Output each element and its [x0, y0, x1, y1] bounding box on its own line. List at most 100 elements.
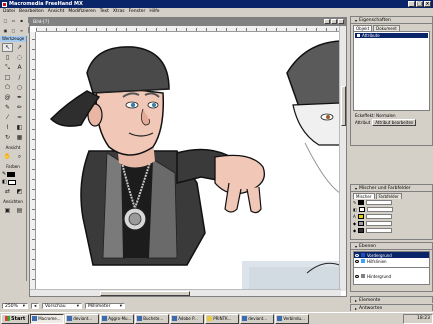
- page-nav-icon: ◂: [34, 303, 37, 309]
- paint-bucket-tool-icon[interactable]: ◧: [14, 123, 25, 132]
- horizontal-ruler[interactable]: [36, 26, 340, 32]
- tab-farbfelder[interactable]: Farbfelder: [375, 193, 402, 199]
- group-icon[interactable]: ▣: [2, 27, 9, 33]
- menu-ansicht[interactable]: Ansicht: [48, 9, 65, 14]
- swap-colors-icon[interactable]: ⇄: [2, 187, 13, 196]
- mixer-row[interactable]: ✎: [351, 199, 432, 206]
- layer-row[interactable]: Hilfslinien: [354, 258, 429, 264]
- bezigon-tool-icon[interactable]: ✎: [2, 103, 13, 112]
- chart-tool-icon[interactable]: ▦: [14, 133, 25, 142]
- taskbar-item[interactable]: deviant...: [65, 313, 100, 324]
- view-full-icon[interactable]: ▤: [14, 206, 25, 215]
- attribute-checkbox[interactable]: [357, 34, 360, 37]
- maximize-button[interactable]: □: [416, 1, 423, 7]
- hand-tool-icon[interactable]: ✋: [2, 152, 13, 161]
- knife-tool-icon[interactable]: ⁄: [2, 113, 13, 122]
- mixer-row[interactable]: ◆: [351, 220, 432, 227]
- taskbar-item[interactable]: Macrome...: [30, 313, 65, 324]
- pencil-tool-icon[interactable]: ✏: [14, 103, 25, 112]
- zoom-tool-icon[interactable]: ⌕: [14, 152, 25, 161]
- subselect-tool-icon[interactable]: ↗: [14, 43, 25, 52]
- fill-color-swatch[interactable]: [7, 179, 16, 185]
- menu-hilfe[interactable]: Hilfe: [149, 9, 159, 14]
- view-mode-dropdown-icon: ▾: [76, 303, 79, 309]
- default-colors-icon[interactable]: ◩: [14, 187, 25, 196]
- save-icon[interactable]: ▪: [18, 17, 25, 23]
- taskbar-item[interactable]: deviant...: [240, 313, 275, 324]
- start-label: Start: [11, 315, 26, 322]
- view-normal-icon[interactable]: ▣: [2, 206, 13, 215]
- answers-panel-header[interactable]: ▸ Antworten: [351, 305, 432, 312]
- stroke-color-swatch[interactable]: [7, 171, 16, 177]
- ungroup-icon[interactable]: ▢: [10, 27, 17, 33]
- text-tool-icon[interactable]: A: [14, 63, 25, 72]
- taskbar-item-label: Aggro-Mu...: [108, 316, 132, 321]
- eye-icon[interactable]: [355, 253, 359, 257]
- lasso-tool-icon[interactable]: ◌: [14, 53, 25, 62]
- taskbar-item[interactable]: Buchste...: [135, 313, 170, 324]
- view-mode-select[interactable]: Vorschau ▾: [42, 303, 82, 309]
- open-icon[interactable]: ▭: [10, 17, 17, 23]
- taskbar-item[interactable]: Adobe P...: [170, 313, 205, 324]
- new-icon[interactable]: □: [2, 17, 9, 23]
- close-button[interactable]: ×: [424, 1, 431, 7]
- mixer-row[interactable]: A: [351, 213, 432, 220]
- attribute-list-item[interactable]: Attribute: [355, 33, 428, 38]
- line-tool-icon[interactable]: /: [14, 73, 25, 82]
- doc-minimize-button[interactable]: [324, 19, 330, 24]
- vertical-scrollbar[interactable]: [339, 26, 346, 291]
- elements-panel-collapsed[interactable]: ▸ Elemente: [350, 296, 433, 304]
- layers-panel-header[interactable]: ▾ Ebenen: [351, 243, 432, 250]
- horizontal-scrollbar[interactable]: [30, 289, 341, 296]
- taskbar-item[interactable]: Aggro-Mu...: [100, 313, 135, 324]
- menu-text[interactable]: Text: [100, 9, 109, 14]
- window-title-bar[interactable]: Macromedia FreeHand MX _ □ ×: [0, 0, 433, 8]
- rectangle-tool-icon[interactable]: □: [2, 73, 13, 82]
- edit-attribute-button[interactable]: Attribut bearbeiten: [372, 119, 417, 126]
- tab-objekt[interactable]: Objekt: [353, 25, 373, 31]
- doc-close-button[interactable]: [338, 19, 344, 24]
- mixer-row[interactable]: ◧: [351, 206, 432, 213]
- units-select[interactable]: Millimeter ▾: [85, 303, 125, 309]
- taskbar-item[interactable]: PRINTK...: [205, 313, 240, 324]
- eye-icon[interactable]: [355, 259, 359, 263]
- page-tool-icon[interactable]: ▯: [2, 53, 13, 62]
- properties-panel-header[interactable]: ▾ Eigenschaften: [351, 17, 432, 24]
- vertical-ruler[interactable]: [30, 32, 36, 290]
- tab-dokument[interactable]: Dokument: [373, 25, 400, 31]
- menu-fenster[interactable]: Fenster: [129, 9, 146, 14]
- doc-maximize-button[interactable]: [331, 19, 337, 24]
- taskbar-item-label: PRINTK...: [213, 316, 232, 321]
- menu-datei[interactable]: Datei: [3, 9, 15, 14]
- minimize-button[interactable]: _: [408, 1, 415, 7]
- mixer-panel-header[interactable]: ▾ Mischer und Farbfelder: [351, 185, 432, 192]
- layer-list[interactable]: Vordergrund Hilfslinien Hintergrund: [353, 251, 430, 285]
- tab-mischer[interactable]: Mischer: [353, 193, 375, 199]
- attribute-list[interactable]: Attribute: [353, 31, 430, 111]
- zoom-field[interactable]: 250% ▾: [2, 303, 28, 309]
- document-window: Bild-[?]: [29, 17, 347, 297]
- scale-tool-icon[interactable]: ⤡: [2, 63, 13, 72]
- page-prev-button[interactable]: ◂: [31, 303, 39, 309]
- layer-row[interactable]: Hintergrund: [354, 273, 429, 279]
- menu-bearbeiten[interactable]: Bearbeiten: [19, 9, 44, 14]
- start-button[interactable]: Start: [1, 313, 30, 324]
- document-title-bar[interactable]: Bild-[?]: [30, 18, 346, 26]
- menu-modifizieren[interactable]: Modifizieren: [68, 9, 95, 14]
- eye-icon[interactable]: [355, 274, 359, 278]
- pointer-tool-icon[interactable]: ↖: [2, 43, 13, 52]
- spiral-tool-icon[interactable]: @: [2, 93, 13, 102]
- align-icon[interactable]: ≡: [18, 27, 25, 33]
- pen-tool-icon[interactable]: ✒: [14, 93, 25, 102]
- menu-xtras[interactable]: Xtras: [113, 9, 125, 14]
- freeform-tool-icon[interactable]: ≈: [14, 113, 25, 122]
- elements-panel-header[interactable]: ▸ Elemente: [351, 297, 432, 304]
- polygon-tool-icon[interactable]: ⬠: [2, 83, 13, 92]
- ellipse-tool-icon[interactable]: ○: [14, 83, 25, 92]
- mixer-row[interactable]: ◆: [351, 227, 432, 234]
- rotate-tool-icon[interactable]: ↻: [2, 133, 13, 142]
- answers-panel-collapsed[interactable]: ▸ Antworten: [350, 304, 433, 312]
- eyedropper-tool-icon[interactable]: ⌇: [2, 123, 13, 132]
- taskbar-item[interactable]: Verbindu...: [275, 313, 310, 324]
- drawing-canvas[interactable]: [37, 33, 340, 290]
